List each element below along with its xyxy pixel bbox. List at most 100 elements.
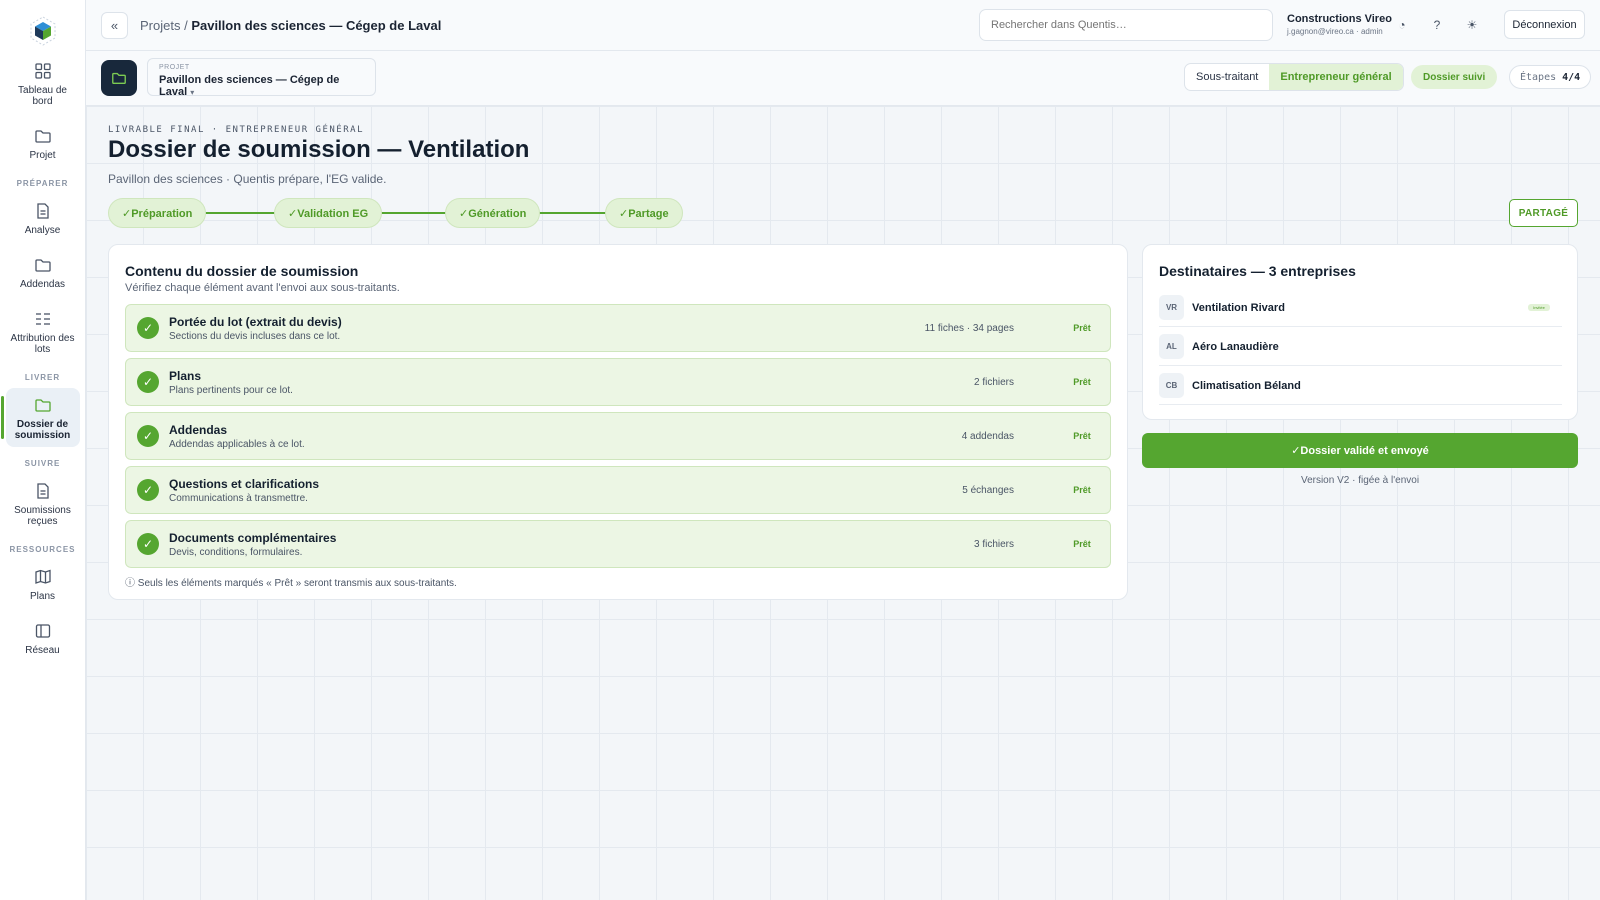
sidebar-item-soumissions[interactable]: Soumissions reçues — [6, 474, 80, 533]
logout-button[interactable]: Déconnexion — [1504, 10, 1585, 39]
item-meta: 11 fiches · 34 pages — [924, 323, 1014, 334]
folder-icon — [34, 399, 51, 412]
item-subtitle: Devis, conditions, formulaires. — [169, 547, 303, 558]
recipient-name: Ventilation Rivard — [1192, 301, 1285, 314]
folder-icon — [34, 130, 51, 143]
dossier-item[interactable]: ✓ Documents complémentaires Devis, condi… — [125, 520, 1111, 568]
dossier-item[interactable]: ✓ Portée du lot (extrait du devis) Secti… — [125, 304, 1111, 352]
status-badge: Dossier suivi — [1411, 65, 1498, 89]
sidebar-item-reseau[interactable]: Réseau — [6, 614, 80, 662]
sidebar-item-dashboard[interactable]: Tableau de bord — [6, 54, 80, 113]
item-meta: 2 fichiers — [973, 377, 1014, 388]
quentis-logo[interactable] — [26, 14, 60, 48]
check-icon: ✓ — [137, 317, 159, 339]
map-icon — [34, 569, 51, 584]
step-preparation[interactable]: ✓Préparation — [108, 198, 207, 228]
check-icon: ✓ — [137, 371, 159, 393]
check-icon: ✓ — [137, 479, 159, 501]
recipients-card: Destinataires — 3 entreprises VR Ventila… — [1142, 244, 1578, 420]
top-bar: « Projets / Pavillon des sciences — Cége… — [86, 0, 1600, 51]
main-content: LIVRABLE FINAL · ENTREPRENEUR GÉNÉRAL Do… — [86, 106, 1600, 900]
recipient-row[interactable]: CB Climatisation Béland — [1159, 367, 1562, 405]
item-title: Addendas — [169, 423, 228, 437]
avatar: AL — [1159, 334, 1184, 359]
check-icon: ✓ — [137, 425, 159, 447]
user-company: Constructions Vireo — [1287, 13, 1392, 25]
dossier-item[interactable]: ✓ Plans Plans pertinents pour ce lot. 2 … — [125, 358, 1111, 406]
item-status-badge: Prêt — [1073, 323, 1091, 333]
sidebar-item-analyse[interactable]: Analyse — [6, 194, 80, 242]
sidebar-item-project[interactable]: Projet — [6, 119, 80, 167]
role-general-contractor-tab[interactable]: Entrepreneur général — [1269, 64, 1403, 90]
breadcrumb-current: Pavillon des sciences — Cégep de Laval — [191, 17, 442, 33]
sidebar-section-livrer: LIVRER — [24, 373, 61, 382]
recipient-row[interactable]: AL Aéro Lanaudière — [1159, 328, 1562, 366]
steps-counter: Étapes 4/4 — [1509, 65, 1592, 89]
collapse-sidebar-button[interactable]: « — [101, 11, 128, 39]
recipients-title: Destinataires — 3 entreprises — [1159, 263, 1356, 279]
version-note: Version V2 · figée à l'envoi — [1300, 475, 1420, 486]
sidebar-item-label: Attribution des lots — [10, 333, 75, 355]
item-subtitle: Plans pertinents pour ce lot. — [169, 385, 293, 396]
workflow-stepper: ✓Préparation ✓Validation EG ✓Génération … — [108, 198, 683, 228]
dossier-item[interactable]: ✓ Addendas Addendas applicables à ce lot… — [125, 412, 1111, 460]
recipient-row[interactable]: VR Ventilation Rivard Invitée — [1159, 289, 1562, 327]
chevron-down-icon: ▾ — [190, 88, 195, 97]
card-title: Contenu du dossier de soumission — [125, 263, 359, 279]
steps-value: 4/4 — [1562, 71, 1581, 83]
breadcrumb: Projets / Pavillon des sciences — Cégep … — [140, 18, 441, 33]
item-subtitle: Sections du devis incluses dans ce lot. — [169, 331, 341, 342]
sidebar-item-dossier[interactable]: Dossier de soumission — [0, 388, 80, 447]
check-icon: ✓ — [137, 533, 159, 555]
help-icon[interactable]: ? — [1426, 14, 1448, 36]
item-title: Plans — [169, 369, 202, 383]
sidebar-item-label: Soumissions reçues — [14, 505, 71, 527]
breadcrumb-root[interactable]: Projets / — [140, 18, 188, 33]
project-select[interactable]: PROJET Pavillon des sciences — Cégep de … — [147, 58, 376, 98]
sidebar-section-preparer: PRÉPARER — [16, 179, 69, 188]
sidebar-item-label: Projet — [29, 150, 56, 161]
project-folder-icon — [101, 60, 137, 96]
project-select-key: PROJET — [159, 64, 190, 71]
dossier-item[interactable]: ✓ Questions et clarifications Communicat… — [125, 466, 1111, 514]
item-status-badge: Prêt — [1073, 377, 1091, 387]
user-meta: j.gagnon@vireo.ca · admin — [1287, 27, 1383, 36]
dossier-sent-button[interactable]: ✓Dossier validé et envoyé — [1142, 433, 1578, 468]
folder-icon — [34, 259, 51, 272]
theme-toggle-icon[interactable]: ☀ — [1461, 14, 1483, 36]
step-generation[interactable]: ✓Génération — [445, 198, 541, 228]
document-icon — [36, 483, 49, 499]
stepper-line — [168, 212, 622, 214]
item-status-badge: Prêt — [1073, 539, 1091, 549]
item-status-badge: Prêt — [1073, 431, 1091, 441]
item-subtitle: Addendas applicables à ce lot. — [169, 439, 305, 450]
card-description: Vérifiez chaque élément avant l'envoi au… — [125, 282, 400, 294]
project-bar: PROJET Pavillon des sciences — Cégep de … — [86, 51, 1600, 106]
sidebar: Tableau de bord Projet PRÉPARER Analyse … — [0, 0, 86, 900]
recipient-name: Aéro Lanaudière — [1192, 340, 1279, 353]
step-partage[interactable]: ✓Partage — [605, 198, 683, 228]
role-subcontractor-tab[interactable]: Sous-traitant — [1185, 64, 1269, 90]
grid-icon — [34, 63, 51, 79]
sidebar-item-addendas[interactable]: Addendas — [6, 248, 80, 296]
user-info[interactable]: Constructions Vireo j.gagnon@vireo.ca · … — [1287, 13, 1392, 36]
avatar: VR — [1159, 295, 1184, 320]
steps-label: Étapes — [1520, 71, 1557, 83]
document-icon — [36, 203, 49, 219]
role-toggle: Sous-traitant Entrepreneur général — [1184, 63, 1404, 91]
history-icon[interactable]: ◔ — [1391, 14, 1413, 36]
item-status-badge: Prêt — [1073, 485, 1091, 495]
item-meta: 3 fichiers — [973, 539, 1014, 550]
page-subtitle: Pavillon des sciences · Quentis prépare,… — [108, 172, 387, 186]
project-select-value: Pavillon des sciences — Cégep de Laval ▾ — [159, 74, 364, 98]
item-title: Documents complémentaires — [169, 531, 337, 545]
step-validation-eg[interactable]: ✓Validation EG — [274, 198, 383, 228]
sidebar-item-plans[interactable]: Plans — [6, 560, 80, 608]
list-icon — [35, 313, 50, 325]
search-input[interactable] — [979, 9, 1273, 41]
sidebar-item-label: Plans — [29, 591, 55, 602]
item-subtitle: Communications à transmettre. — [169, 493, 308, 504]
item-meta: 5 échanges — [962, 485, 1014, 496]
item-title: Questions et clarifications — [169, 477, 320, 491]
sidebar-item-attribution[interactable]: Attribution des lots — [6, 302, 80, 361]
